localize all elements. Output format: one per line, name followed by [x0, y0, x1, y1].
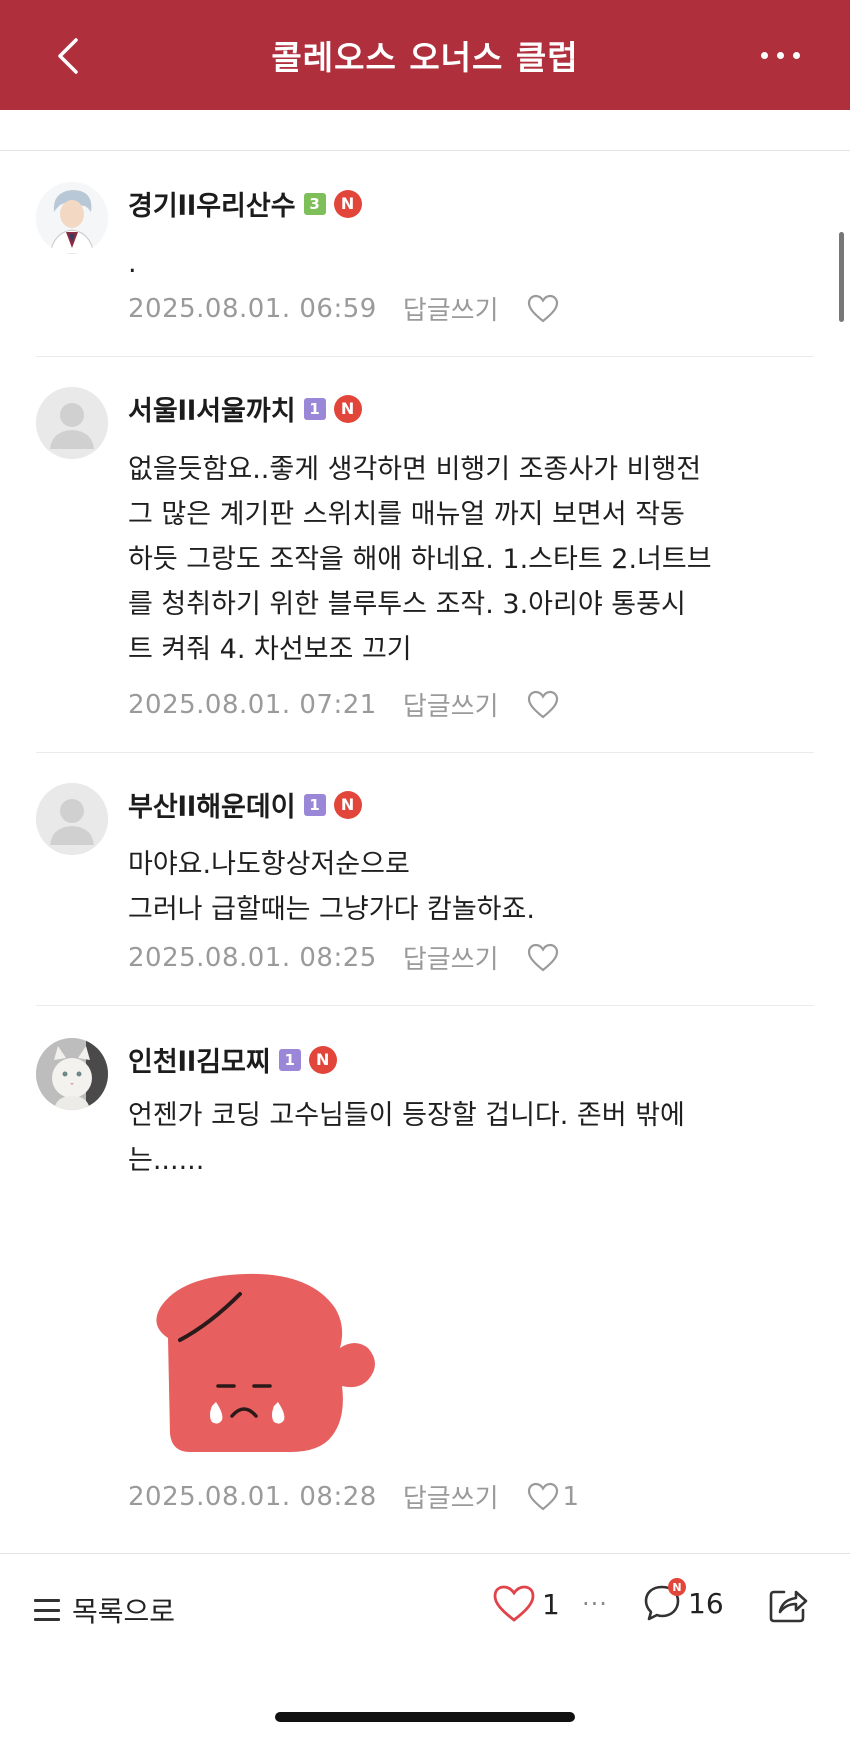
scrollbar[interactable]: [839, 232, 844, 322]
comment-text: .: [128, 248, 137, 279]
reply-button[interactable]: 답글쓰기: [403, 686, 499, 723]
comment-author[interactable]: 부산ll해운데이: [128, 785, 296, 824]
page-title: 콜레오스 오너스 클럽: [271, 38, 579, 77]
new-badge: N: [333, 394, 362, 423]
home-indicator[interactable]: [275, 1712, 575, 1722]
cat-photo-avatar-icon: [36, 1038, 108, 1110]
avatar[interactable]: [36, 1038, 108, 1110]
comment-divider: [36, 356, 814, 357]
member-level-badge: 1: [303, 793, 326, 816]
comment-text: 마야요.나도항상저순으로 그러나 급할때는 그냥가다 캄놀하죠.: [128, 849, 535, 925]
crying-blob-sticker: [156, 1273, 375, 1452]
comment-date: 2025.08.01. 08:28: [128, 1481, 377, 1512]
comment-divider: [36, 752, 814, 753]
comment-count: 16: [688, 1586, 724, 1620]
comments-button[interactable]: N 16: [642, 1578, 724, 1624]
comment-text: 언젠가 코딩 고수님들이 등장할 겁니다. 존버 밖에 는......: [128, 1100, 685, 1176]
comment-author[interactable]: 인천ll김모찌: [128, 1040, 271, 1079]
member-level-badge: 1: [303, 397, 326, 420]
avatar[interactable]: [36, 182, 108, 254]
share-button[interactable]: [766, 1582, 810, 1626]
share-icon: [769, 1590, 808, 1623]
default-profile-icon: [36, 783, 108, 855]
new-badge: N: [333, 790, 362, 819]
post-like-count: 1: [542, 1587, 560, 1621]
comment-divider: [36, 1005, 814, 1006]
liker-more-dots[interactable]: ···: [582, 1590, 608, 1618]
new-badge: N: [308, 1045, 337, 1074]
comment-author[interactable]: 서울ll서울까치: [128, 389, 296, 428]
new-badge: N: [668, 1578, 686, 1596]
reply-button[interactable]: 답글쓰기: [403, 939, 499, 976]
like-button[interactable]: [527, 690, 563, 720]
anime-character-avatar-icon: [36, 182, 108, 254]
heart-outline-icon: [493, 1585, 535, 1622]
default-profile-icon: [36, 387, 108, 459]
more-button[interactable]: [750, 40, 810, 70]
heart-outline-icon: [527, 943, 558, 971]
avatar[interactable]: [36, 387, 108, 459]
heart-outline-icon: [527, 294, 558, 322]
reply-button[interactable]: 답글쓰기: [403, 290, 499, 327]
list-label: 목록으로: [72, 1595, 176, 1628]
member-level-badge: 1: [278, 1048, 301, 1071]
bottom-action-bar: 목록으로 1 ··· N 16: [0, 1553, 850, 1673]
new-badge: N: [333, 189, 362, 218]
post-like-button[interactable]: 1: [492, 1584, 560, 1624]
comment-text: 없을듯함요..좋게 생각하면 비행기 조종사가 비행전 그 많은 계기판 스위치…: [128, 454, 712, 665]
member-level-badge: 3: [303, 192, 326, 215]
like-button[interactable]: [527, 294, 563, 324]
chevron-left-icon: [58, 38, 78, 74]
heart-outline-icon: [527, 1482, 558, 1510]
heart-outline-icon: [527, 690, 558, 718]
comment-date: 2025.08.01. 08:25: [128, 942, 377, 973]
list-icon: [34, 1599, 60, 1621]
comment-date: 2025.08.01. 07:21: [128, 689, 377, 720]
like-count: 1: [562, 1481, 580, 1512]
back-button[interactable]: [50, 36, 90, 76]
like-button[interactable]: 1: [527, 1481, 580, 1512]
like-button[interactable]: [527, 943, 563, 973]
more-dots-icon: [760, 51, 768, 59]
top-divider: [0, 150, 850, 151]
comment-author[interactable]: 경기ll우리산수: [128, 184, 296, 223]
comment-date: 2025.08.01. 06:59: [128, 293, 377, 324]
avatar[interactable]: [36, 783, 108, 855]
top-app-bar: 콜레오스 오너스 클럽: [0, 0, 850, 110]
back-to-list-button[interactable]: 목록으로: [34, 1590, 175, 1630]
reply-button[interactable]: 답글쓰기: [403, 1478, 499, 1515]
